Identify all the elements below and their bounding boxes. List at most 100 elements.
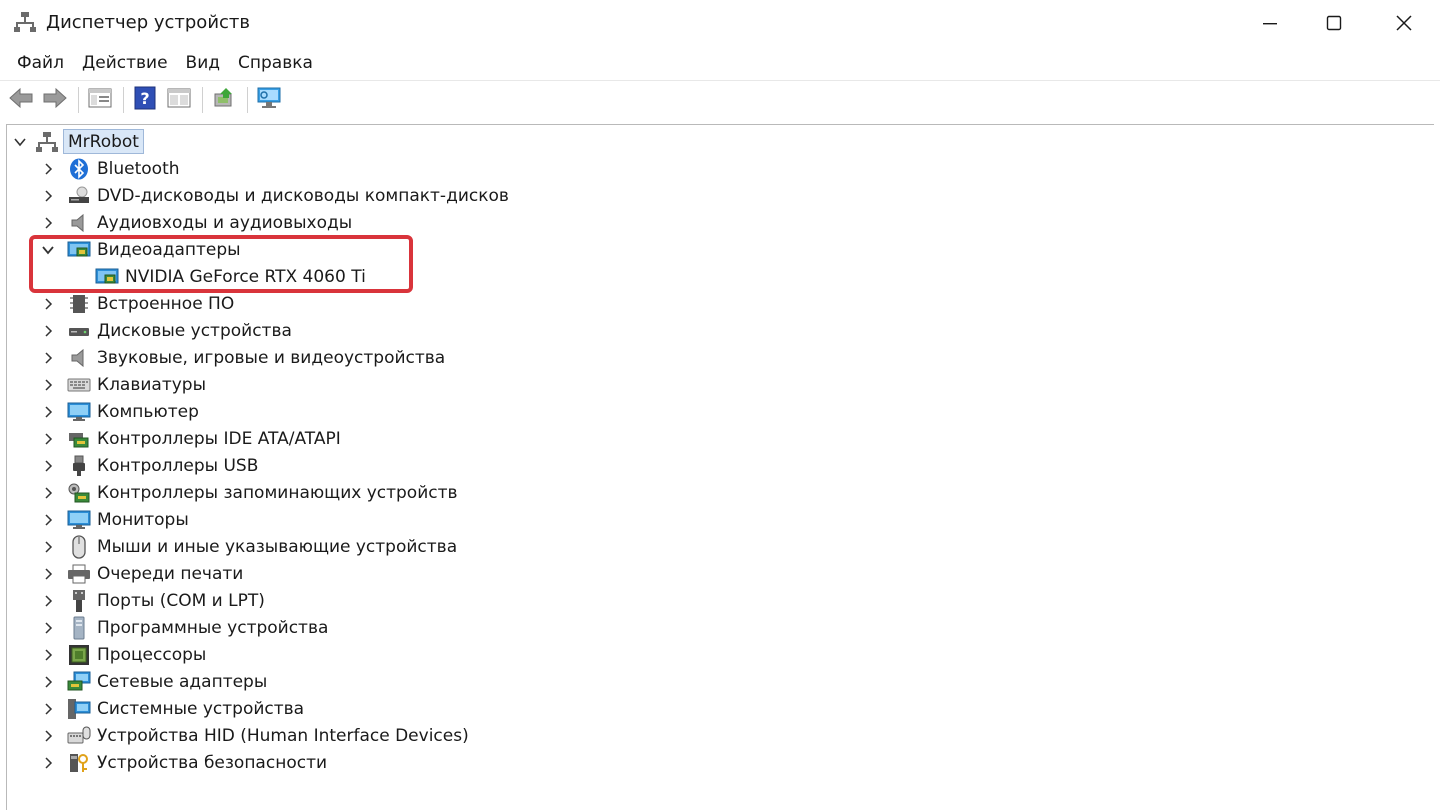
tree-item-security-devices[interactable]: Устройства безопасности [39, 749, 327, 776]
tree-item-label: DVD-дисководы и дисководы компакт-дисков [97, 185, 509, 206]
chevron-right-icon[interactable] [39, 727, 57, 745]
properties-button[interactable] [85, 85, 115, 115]
details-button[interactable] [164, 85, 194, 115]
tree-item-label: Аудиовходы и аудиовыходы [97, 212, 353, 233]
update-driver-icon [212, 86, 236, 114]
chevron-right-icon[interactable] [39, 187, 57, 205]
scan-hardware-button[interactable] [254, 85, 284, 115]
properties-icon [88, 87, 112, 113]
tree-root-label[interactable]: MrRobot [63, 129, 144, 154]
tree-item-keyboards[interactable]: Клавиатуры [39, 371, 206, 398]
menu-file[interactable]: Файл [8, 49, 73, 77]
printer-icon [67, 562, 91, 586]
tree-item-label: Видеоадаптеры [97, 239, 241, 260]
tree-item-print-queues[interactable]: Очереди печати [39, 560, 243, 587]
close-icon [1396, 15, 1412, 31]
software-device-icon [67, 616, 91, 640]
tree-item-usb-controllers[interactable]: Контроллеры USB [39, 452, 258, 479]
tree-item-monitors[interactable]: Мониторы [39, 506, 189, 533]
tree-item-video-adapters[interactable]: Видеоадаптеры [39, 236, 241, 263]
back-icon [8, 87, 34, 113]
help-button[interactable]: ? [130, 85, 160, 115]
chevron-right-icon[interactable] [39, 700, 57, 718]
update-driver-button[interactable] [209, 85, 239, 115]
maximize-icon [1326, 15, 1342, 31]
tree-item-computer[interactable]: Компьютер [39, 398, 199, 425]
tree-item-ide-controllers[interactable]: Контроллеры IDE ATA/ATAPI [39, 425, 341, 452]
hid-icon [67, 724, 91, 748]
tree-item-firmware[interactable]: Встроенное ПО [39, 290, 234, 317]
toolbar-separator [78, 86, 79, 113]
chevron-right-icon[interactable] [39, 430, 57, 448]
system-device-icon [67, 697, 91, 721]
tree-item-label: Встроенное ПО [97, 293, 235, 314]
chevron-right-icon[interactable] [39, 322, 57, 340]
tree-item-label: Контроллеры запоминающих устройств [97, 482, 458, 503]
chevron-right-icon[interactable] [39, 403, 57, 421]
chevron-right-icon[interactable] [39, 565, 57, 583]
chevron-right-icon[interactable] [39, 376, 57, 394]
tree-item-label: Дисковые устройства [97, 320, 292, 341]
tree-root[interactable]: MrRobot [11, 128, 144, 155]
tree-item-label: Процессоры [97, 644, 207, 665]
chevron-right-icon[interactable] [39, 511, 57, 529]
tree-item-software-devices[interactable]: Программные устройства [39, 614, 328, 641]
back-button[interactable] [6, 85, 36, 115]
menu-action[interactable]: Действие [73, 49, 177, 77]
chevron-right-icon[interactable] [39, 295, 57, 313]
chevron-right-icon[interactable] [39, 646, 57, 664]
close-button[interactable] [1370, 0, 1438, 46]
tree-item-hid[interactable]: Устройства HID (Human Interface Devices) [39, 722, 469, 749]
chevron-right-icon[interactable] [39, 619, 57, 637]
chevron-right-icon[interactable] [39, 484, 57, 502]
menu-bar: Файл Действие Вид Справка [0, 46, 1440, 80]
forward-button[interactable] [40, 85, 70, 115]
chevron-right-icon[interactable] [39, 349, 57, 367]
chevron-right-icon[interactable] [39, 673, 57, 691]
tree-item-network-adapters[interactable]: Сетевые адаптеры [39, 668, 267, 695]
chevron-right-icon[interactable] [39, 214, 57, 232]
tree-item-disk-drives[interactable]: Дисковые устройства [39, 317, 292, 344]
bluetooth-icon [67, 157, 91, 181]
tree-item-label: Очереди печати [97, 563, 244, 584]
chevron-right-icon[interactable] [39, 160, 57, 178]
tree-item-sound-devices[interactable]: Звуковые, игровые и видеоустройства [39, 344, 445, 371]
tree-item-ports[interactable]: Порты (COM и LPT) [39, 587, 265, 614]
tree-item-nvidia-gpu[interactable]: NVIDIA GeForce RTX 4060 Ti [67, 263, 366, 290]
forward-icon [42, 87, 68, 113]
title-bar: Диспетчер устройств [0, 0, 1440, 46]
device-tree[interactable]: MrRobot Bluetooth DVD-дисководы и дисков… [6, 124, 1434, 810]
chevron-right-icon[interactable] [39, 457, 57, 475]
svg-text:?: ? [140, 89, 149, 108]
tree-item-processors[interactable]: Процессоры [39, 641, 206, 668]
help-icon: ? [134, 86, 156, 114]
tree-item-mice[interactable]: Мыши и иные указывающие устройства [39, 533, 457, 560]
toolbar-separator [202, 86, 203, 113]
maximize-button[interactable] [1300, 0, 1368, 46]
tree-item-label: Клавиатуры [97, 374, 207, 395]
chevron-down-icon[interactable] [11, 133, 29, 151]
tree-item-bluetooth[interactable]: Bluetooth [39, 155, 180, 182]
menu-view[interactable]: Вид [177, 49, 229, 77]
tree-item-storage-controllers[interactable]: Контроллеры запоминающих устройств [39, 479, 458, 506]
menu-help[interactable]: Справка [229, 49, 322, 77]
tree-item-dvd[interactable]: DVD-дисководы и дисководы компакт-дисков [39, 182, 509, 209]
speaker-icon [67, 211, 91, 235]
tree-item-audio-io[interactable]: Аудиовходы и аудиовыходы [39, 209, 352, 236]
tree-item-label: Контроллеры IDE ATA/ATAPI [97, 428, 341, 449]
storage-controller-icon [67, 481, 91, 505]
tree-item-system-devices[interactable]: Системные устройства [39, 695, 304, 722]
chevron-right-icon[interactable] [39, 592, 57, 610]
minimize-button[interactable] [1236, 0, 1304, 46]
chevron-right-icon[interactable] [39, 754, 57, 772]
usb-plug-icon [67, 454, 91, 478]
tree-item-label: Устройства безопасности [97, 752, 328, 773]
network-adapter-icon [67, 670, 91, 694]
tree-item-label: Контроллеры USB [97, 455, 259, 476]
toolbar-separator [123, 86, 124, 113]
display-adapter-icon [95, 265, 119, 289]
tree-item-label: Устройства HID (Human Interface Devices) [97, 725, 469, 746]
chevron-down-icon[interactable] [39, 241, 57, 259]
window-title: Диспетчер устройств [46, 12, 251, 33]
chevron-right-icon[interactable] [39, 538, 57, 556]
